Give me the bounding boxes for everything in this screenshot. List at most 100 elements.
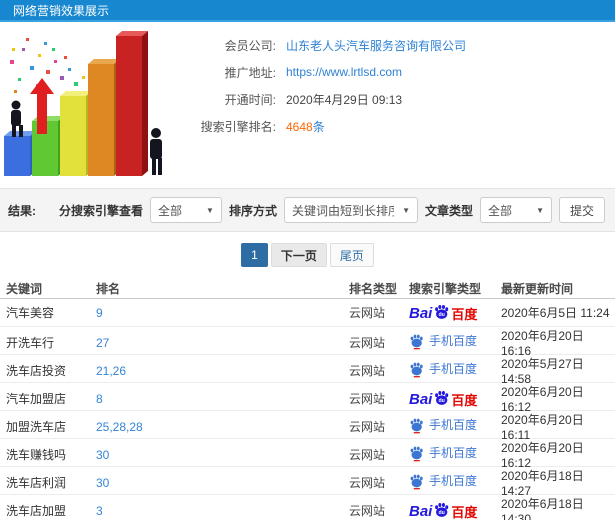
promo-url-row: 推广地址: https://www.lrtlsd.com (168, 63, 466, 81)
open-time-label: 开通时间: (224, 92, 276, 107)
bar-red (116, 31, 148, 176)
rank-unit: 条 (312, 119, 325, 134)
bar-yellow (60, 91, 92, 176)
rank-link[interactable]: 25,28,28 (96, 420, 349, 434)
table-row: 汽车加盟店 8 云网站 Bai du 百度 2020年6月20日 16:12 (0, 383, 615, 414)
promo-url-link[interactable]: https://www.lrtlsd.com (286, 65, 402, 79)
submit-button[interactable]: 提交 (559, 197, 605, 223)
engine-filter-value: 全部 (157, 203, 182, 218)
engine-type-cell: 手机百度 (409, 417, 501, 437)
businessman-right (150, 128, 162, 175)
rank-link[interactable]: 30 (96, 448, 349, 462)
page-current[interactable]: 1 (241, 243, 268, 267)
rank-type-cell: 云网站 (349, 476, 386, 490)
rank-type-cell: 云网站 (349, 364, 386, 378)
rank-type-cell: 云网站 (349, 336, 386, 350)
sort-filter-value: 关键词由短到长排序 (291, 203, 395, 218)
header-updated: 最新更新时间 (501, 281, 574, 296)
baidu-paw-icon: du (435, 502, 449, 517)
rank-type-cell: 云网站 (349, 448, 386, 462)
rank-link[interactable]: 8 (96, 392, 349, 406)
keyword-cell: 加盟洗车店 (6, 420, 67, 434)
chevron-down-icon: ▼ (536, 205, 544, 215)
keyword-cell: 汽车加盟店 (6, 392, 67, 406)
sort-filter-select[interactable]: 关键词由短到长排序 ▼ (283, 197, 418, 223)
table-row: 汽车美容 9 云网站 Bai du 百度 2020年6月5日 11:24 (0, 299, 615, 327)
keyword-cell: 汽车美容 (6, 306, 55, 320)
mobile-baidu-logo: 手机百度 (409, 333, 477, 350)
updated-time-cell: 2020年5月27日 14:58 (501, 357, 584, 386)
svg-text:du: du (439, 312, 445, 318)
updated-time-cell: 2020年6月5日 11:24 (501, 306, 610, 320)
filter-controls: 分搜索引擎查看 全部 ▼ 排序方式 关键词由短到长排序 ▼ 文章类型 全部 ▼ … (59, 197, 605, 223)
rank-type-cell: 云网站 (349, 420, 386, 434)
engine-rank-label: 搜索引擎排名: (200, 119, 276, 134)
rank-link[interactable]: 21,26 (96, 364, 349, 378)
header-rank-type: 排名类型 (349, 281, 398, 296)
mobile-baidu-logo: 手机百度 (409, 445, 477, 462)
baidu-paw-icon: du (435, 390, 449, 405)
table-row: 洗车店加盟 3 云网站 Bai du 百度 2020年6月18日 14:30 (0, 495, 615, 520)
mobile-baidu-logo: 手机百度 (409, 473, 477, 490)
engine-type-cell: 手机百度 (409, 473, 501, 493)
rank-link[interactable]: 27 (96, 336, 349, 350)
updated-time-cell: 2020年6月20日 16:12 (501, 441, 584, 470)
engine-type-cell: Bai du 百度 (409, 304, 501, 321)
mobile-baidu-logo: 手机百度 (409, 417, 477, 434)
baidu-paw-icon (410, 334, 423, 349)
rank-link[interactable]: 3 (96, 504, 349, 518)
chevron-down-icon: ▼ (402, 205, 410, 215)
keyword-cell: 洗车店利润 (6, 476, 67, 490)
sort-filter-label: 排序方式 (228, 203, 277, 218)
filter-bar: 结果: 分搜索引擎查看 全部 ▼ 排序方式 关键词由短到长排序 ▼ 文章类型 全… (0, 188, 615, 232)
promo-url-label: 推广地址: (224, 65, 276, 80)
member-company-row: 会员公司: 山东老人头汽车服务咨询有限公司 (168, 36, 466, 54)
page-next-button[interactable]: 下一页 (270, 243, 327, 267)
table-row: 开洗车行 27 云网站 手机百度 2020年6月20日 16:16 (0, 327, 615, 358)
rank-type-cell: 云网站 (349, 306, 386, 320)
svg-text:du: du (439, 510, 445, 516)
baidu-paw-icon: du (435, 304, 449, 319)
baidu-logo: Bai du 百度 (409, 304, 478, 322)
table-row: 洗车赚钱吗 30 云网站 手机百度 2020年6月20日 16:12 (0, 439, 615, 470)
open-time-row: 开通时间: 2020年4月29日 09:13 (168, 90, 466, 108)
mobile-baidu-logo: 手机百度 (409, 361, 477, 378)
page-title: 网络营销效果展示 (13, 3, 110, 18)
page-last-button[interactable]: 尾页 (329, 243, 374, 267)
results-table: 关键词 排名 排名类型 搜索引擎类型 最新更新时间 汽车美容 9 云网站 Bai du 百… (0, 278, 615, 520)
engine-rank-value: 4648条 (286, 118, 325, 135)
table-header-row: 关键词 排名 排名类型 搜索引擎类型 最新更新时间 (0, 278, 615, 299)
updated-time-cell: 2020年6月20日 16:12 (501, 385, 584, 414)
updated-time-cell: 2020年6月18日 14:27 (501, 469, 584, 498)
member-company-link[interactable]: 山东老人头汽车服务咨询有限公司 (286, 37, 466, 54)
rank-type-cell: 云网站 (349, 392, 386, 406)
bar-orange (88, 59, 120, 176)
member-company-label: 会员公司: (224, 38, 276, 53)
table-row: 加盟洗车店 25,28,28 云网站 手机百度 2020年6月20日 16:11 (0, 411, 615, 442)
table-row: 洗车店投资 21,26 云网站 手机百度 2020年5月27日 14:58 (0, 355, 615, 386)
page-header: 网络营销效果展示 (0, 0, 615, 22)
engine-type-cell: Bai du 百度 (409, 502, 501, 519)
engine-type-cell: Bai du 百度 (409, 390, 501, 407)
article-type-select[interactable]: 全部 ▼ (480, 197, 552, 223)
table-row: 洗车店利润 30 云网站 手机百度 2020年6月18日 14:27 (0, 467, 615, 498)
baidu-paw-icon (410, 418, 423, 433)
rank-count: 4648 (286, 119, 313, 134)
baidu-logo: Bai du 百度 (409, 390, 478, 408)
table-body: 汽车美容 9 云网站 Bai du 百度 2020年6月5日 11:24 开洗车行 27 云网站手… (0, 299, 615, 520)
rank-type-cell: 云网站 (349, 504, 386, 518)
baidu-paw-icon (410, 446, 423, 461)
updated-time-cell: 2020年6月18日 14:30 (501, 497, 584, 520)
rank-link[interactable]: 9 (96, 306, 349, 320)
engine-type-cell: 手机百度 (409, 361, 501, 381)
member-info-list: 会员公司: 山东老人头汽车服务咨询有限公司 推广地址: https://www.… (168, 22, 466, 188)
bar-blue (4, 131, 36, 176)
article-type-value: 全部 (488, 203, 513, 218)
header-keyword: 关键词 (6, 281, 43, 296)
engine-filter-select[interactable]: 全部 ▼ (149, 197, 222, 223)
updated-time-cell: 2020年6月20日 16:11 (501, 413, 584, 442)
keyword-cell: 洗车赚钱吗 (6, 448, 67, 462)
rank-link[interactable]: 30 (96, 476, 349, 490)
engine-type-cell: 手机百度 (409, 333, 501, 353)
engine-type-cell: 手机百度 (409, 445, 501, 465)
